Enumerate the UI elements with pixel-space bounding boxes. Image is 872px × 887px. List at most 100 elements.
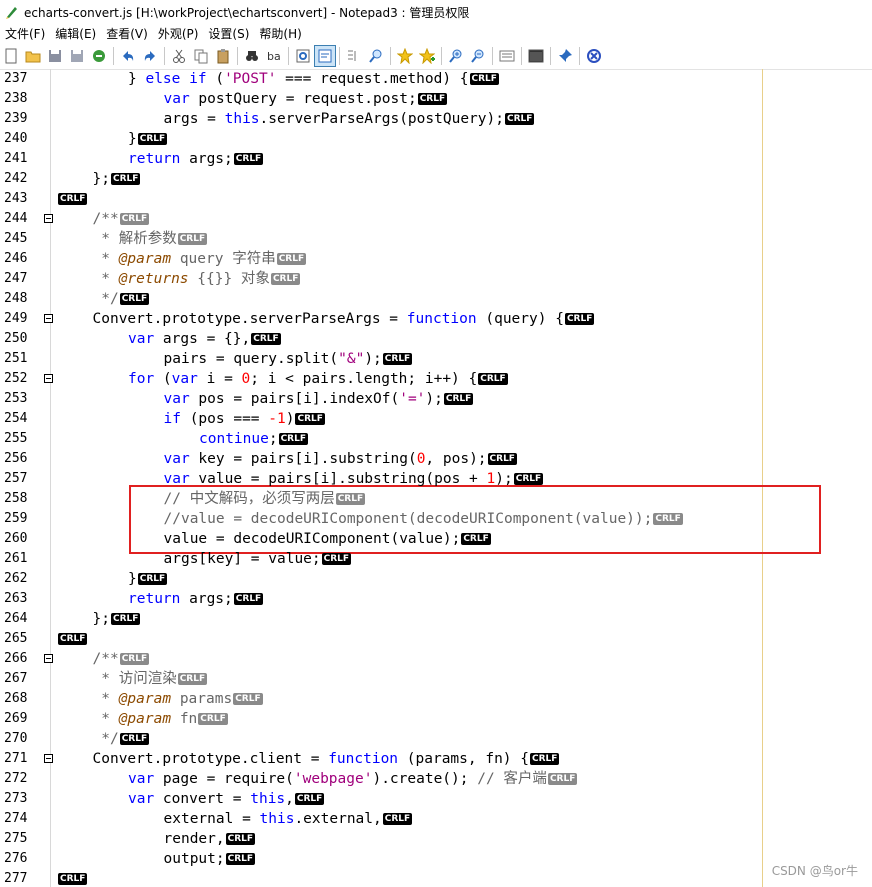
- new-button[interactable]: [0, 45, 22, 67]
- code-line[interactable]: 242}; CRLF: [0, 169, 872, 189]
- code-token: .serverParseArgs(postQuery);: [259, 111, 504, 127]
- goto-button[interactable]: [292, 45, 314, 67]
- code-line[interactable]: 256 var key = pairs[i].substring(0, pos);…: [0, 449, 872, 469]
- fold-toggle-icon[interactable]: [44, 314, 53, 323]
- code-line[interactable]: 259 //value = decodeURIComponent(decodeUR…: [0, 509, 872, 529]
- zoom-in-button[interactable]: [445, 45, 467, 67]
- code-line[interactable]: 261 args[key] = value; CRLF: [0, 549, 872, 569]
- eol-marker: CRLF: [469, 73, 499, 85]
- view-button[interactable]: [343, 45, 365, 67]
- code-line[interactable]: 237} else if ('POST' === request.method)…: [0, 69, 872, 89]
- code-line[interactable]: 249 Convert.prototype.serverParseArgs = f…: [0, 309, 872, 329]
- redo-button[interactable]: [139, 45, 161, 67]
- code-token: {{}} 对象: [188, 271, 270, 287]
- favorites-button[interactable]: [394, 45, 416, 67]
- save-as-button[interactable]: [66, 45, 88, 67]
- code-line[interactable]: 267 * 访问渲染 CRLF: [0, 669, 872, 689]
- code-line[interactable]: 266 /** CRLF: [0, 649, 872, 669]
- code-line[interactable]: 244 /** CRLF: [0, 209, 872, 229]
- code-line[interactable]: 273 var convert = this, CRLF: [0, 789, 872, 809]
- notepad3-app-icon: [6, 7, 17, 19]
- copy-button[interactable]: [190, 45, 212, 67]
- code-line[interactable]: 277 CRLF: [0, 869, 872, 887]
- fold-toggle-icon[interactable]: [44, 374, 53, 383]
- line-number: 274: [4, 811, 28, 826]
- fold-toggle-icon[interactable]: [44, 214, 53, 223]
- menu-item-2[interactable]: 查看(V): [101, 25, 153, 42]
- code-line[interactable]: 276 output; CRLF: [0, 849, 872, 869]
- code-line[interactable]: 245 * 解析参数 CRLF: [0, 229, 872, 249]
- menu-item-4[interactable]: 设置(S): [203, 25, 254, 42]
- add-favorite-button[interactable]: [416, 45, 438, 67]
- code-line[interactable]: 239 args = this.serverParseArgs(postQuery…: [0, 109, 872, 129]
- code-text: var args = {}, CRLF: [128, 329, 281, 349]
- line-number: 244: [4, 211, 28, 226]
- line-number: 248: [4, 291, 28, 306]
- code-line[interactable]: 272 var page = require('webpage').create(…: [0, 769, 872, 789]
- code-line[interactable]: 270 */CRLF: [0, 729, 872, 749]
- code-text: * @param fn CRLF: [93, 709, 228, 729]
- code-line[interactable]: 264}; CRLF: [0, 609, 872, 629]
- code-token: };: [92, 611, 110, 627]
- code-token: }: [128, 71, 146, 87]
- zoom-out-button[interactable]: [467, 45, 489, 67]
- code-line[interactable]: 253 var pos = pairs[i].indexOf('='); CRLF: [0, 389, 872, 409]
- code-line[interactable]: 251 pairs = query.split("&"); CRLF: [0, 349, 872, 369]
- code-line[interactable]: 247 * @returns {{}} 对象 CRLF: [0, 269, 872, 289]
- code-line[interactable]: 271 Convert.prototype.client = function (…: [0, 749, 872, 769]
- open-button[interactable]: [22, 45, 44, 67]
- find-button[interactable]: [241, 45, 263, 67]
- code-editor[interactable]: 237} else if ('POST' === request.method)…: [0, 69, 872, 887]
- fold-toggle-icon[interactable]: [44, 754, 53, 763]
- code-line[interactable]: 252 for (var i = 0; i < pairs.length; i++…: [0, 369, 872, 389]
- eol-marker: CRLF: [137, 573, 168, 585]
- code-text: args[key] = value; CRLF: [164, 549, 352, 569]
- code-line[interactable]: 238 var postQuery = request.post; CRLF: [0, 89, 872, 109]
- word-wrap-button[interactable]: [314, 45, 336, 67]
- code-token: // 客户端: [477, 771, 547, 787]
- undo-button[interactable]: [117, 45, 139, 67]
- code-token: '=': [399, 391, 426, 407]
- code-token: ): [285, 411, 295, 427]
- code-text: Convert.prototype.serverParseArgs = func…: [93, 309, 595, 329]
- console-button[interactable]: [525, 45, 547, 67]
- fold-toggle-icon[interactable]: [44, 654, 53, 663]
- toolbar-separator: [237, 47, 238, 65]
- menu-item-3[interactable]: 外观(P): [153, 25, 204, 42]
- code-line[interactable]: 255 continue; CRLF: [0, 429, 872, 449]
- code-line[interactable]: 241 return args; CRLF: [0, 149, 872, 169]
- code-token: *: [92, 691, 119, 707]
- cut-button[interactable]: [168, 45, 190, 67]
- code-line[interactable]: 257 var value = pairs[i].substring(pos + …: [0, 469, 872, 489]
- code-line[interactable]: 268 * @param params CRLF: [0, 689, 872, 709]
- replace-button[interactable]: ba: [263, 45, 285, 67]
- menu-item-0[interactable]: 文件(F): [0, 25, 50, 42]
- code-line[interactable]: 262} CRLF: [0, 569, 872, 589]
- code-line[interactable]: 275 render, CRLF: [0, 829, 872, 849]
- code-line[interactable]: 248 */CRLF: [0, 289, 872, 309]
- schemes-button[interactable]: [496, 45, 518, 67]
- exit-button[interactable]: [583, 45, 605, 67]
- menu-item-1[interactable]: 编辑(E): [50, 25, 101, 42]
- save-button[interactable]: [44, 45, 66, 67]
- line-number: 243: [4, 191, 28, 206]
- paste-button[interactable]: [212, 45, 234, 67]
- revert-button[interactable]: [88, 45, 110, 67]
- code-line[interactable]: 263 return args; CRLF: [0, 589, 872, 609]
- code-line[interactable]: 240} CRLF: [0, 129, 872, 149]
- code-line[interactable]: 258 // 中文解码，必须写两层 CRLF: [0, 489, 872, 509]
- code-line[interactable]: 246 * @param query 字符串 CRLF: [0, 249, 872, 269]
- code-line[interactable]: 260 value = decodeURIComponent(value); CRL…: [0, 529, 872, 549]
- code-line[interactable]: 274 external = this.external, CRLF: [0, 809, 872, 829]
- code-line[interactable]: 243 CRLF: [0, 189, 872, 209]
- menu-item-5[interactable]: 帮助(H): [254, 25, 306, 42]
- code-text: external = this.external, CRLF: [164, 809, 413, 829]
- code-line[interactable]: 250 var args = {}, CRLF: [0, 329, 872, 349]
- code-token: === request.method) {: [276, 71, 469, 87]
- toolbar-separator: [521, 47, 522, 65]
- zoom-search-button[interactable]: [365, 45, 387, 67]
- code-line[interactable]: 265 CRLF: [0, 629, 872, 649]
- code-line[interactable]: 269 * @param fn CRLF: [0, 709, 872, 729]
- pin-button[interactable]: [554, 45, 576, 67]
- code-line[interactable]: 254 if (pos === -1) CRLF: [0, 409, 872, 429]
